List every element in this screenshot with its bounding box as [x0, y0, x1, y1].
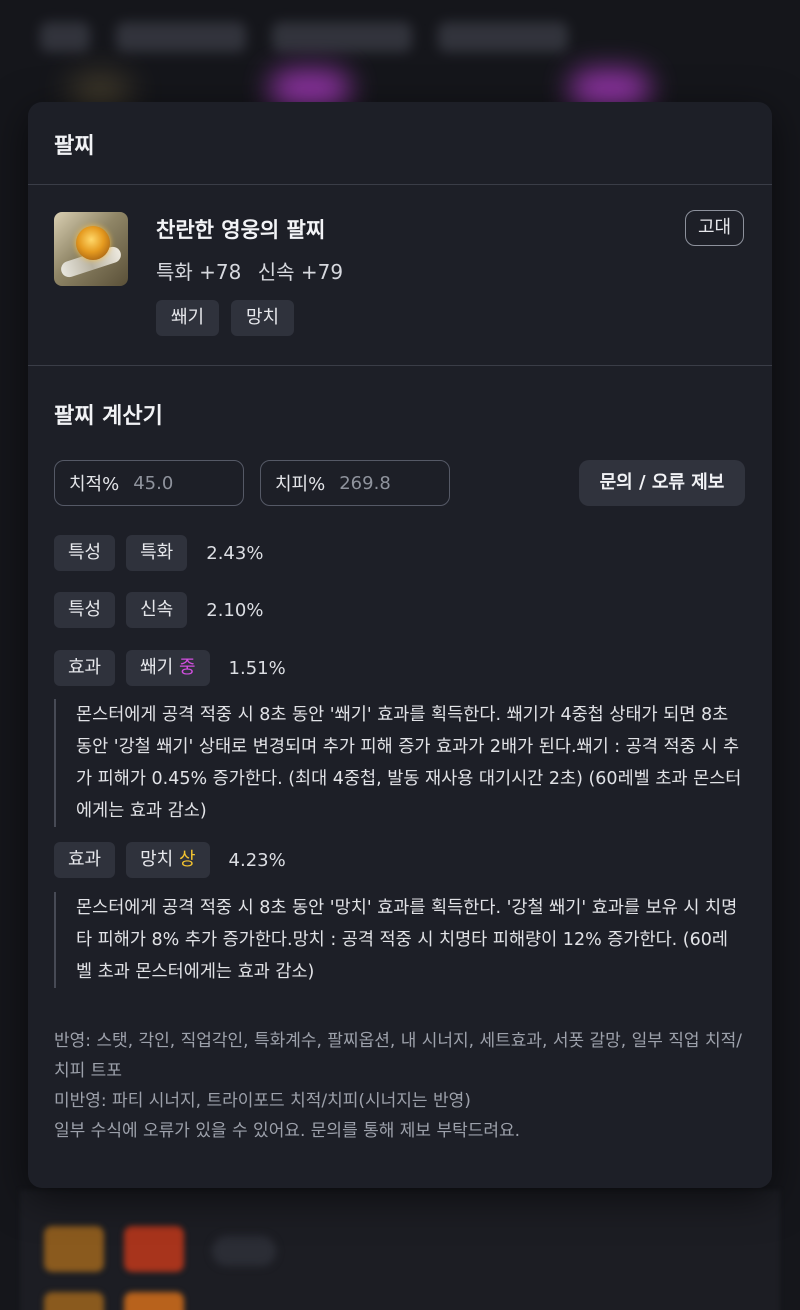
- calculator-title: 팔찌 계산기: [54, 404, 163, 429]
- effect-tag: 쐐기: [156, 300, 220, 336]
- row-value: 2.10%: [206, 599, 264, 621]
- effect-description: 몬스터에게 공격 적중 시 8초 동안 '쐐기' 효과를 획득한다. 쐐기가 4…: [54, 699, 744, 827]
- bracelet-popup: 팔찌 찬란한 영웅의 팔찌 특화 +78 신속 +79 고대 쐐기 망치 팔찌 …: [28, 102, 772, 1188]
- note-line: 반영: 스탯, 각인, 직업각인, 특화계수, 팔찌옵션, 내 시너지, 세트효…: [54, 1031, 742, 1081]
- row-value: 4.23%: [228, 849, 286, 871]
- row-value: 1.51%: [228, 657, 286, 679]
- effect-description: 몬스터에게 공격 적중 시 8초 동안 '망치' 효과를 획득한다. '강철 쐐…: [54, 892, 744, 988]
- report-error-button[interactable]: 문의 / 오류 제보: [579, 460, 745, 506]
- background-thumbnail: [44, 1292, 104, 1310]
- crit-damage-field[interactable]: 치피%: [260, 460, 450, 506]
- stat-swiftness: 신속 +79: [257, 260, 344, 284]
- row-kind-chip: 효과: [54, 842, 116, 878]
- row-kind-chip: 특성: [54, 592, 116, 628]
- grade-badge: 고대: [685, 210, 745, 246]
- effect-tag: 망치: [231, 300, 295, 336]
- row-value: 2.43%: [206, 542, 264, 564]
- result-row: 효과 망치 상 4.23%: [54, 842, 286, 878]
- effect-grade: 상: [178, 849, 196, 870]
- stat-specialization: 특화 +78: [156, 260, 242, 284]
- divider: [28, 184, 772, 185]
- divider: [28, 365, 772, 366]
- popup-title: 팔찌: [54, 134, 95, 159]
- calculator-notes: 반영: 스탯, 각인, 직업각인, 특화계수, 팔찌옵션, 내 시너지, 세트효…: [54, 1026, 744, 1146]
- row-name-chip: 쐐기 중: [126, 650, 210, 686]
- background-thumbnail: [124, 1292, 184, 1310]
- result-row: 특성 신속 2.10%: [54, 592, 263, 628]
- crit-damage-input[interactable]: [339, 472, 430, 494]
- background-pill: [212, 1236, 276, 1266]
- effect-name: 망치: [140, 849, 174, 870]
- item-name: 찬란한 영웅의 팔찌: [156, 218, 326, 242]
- effect-grade: 중: [178, 657, 196, 678]
- row-name-chip: 망치 상: [126, 842, 210, 878]
- note-line: 미반영: 파티 시너지, 트라이포드 치적/치피(시너지는 반영): [54, 1091, 471, 1111]
- row-name-chip: 특화: [126, 535, 188, 571]
- background-thumbnail: [124, 1226, 184, 1272]
- background-header-blur: [40, 22, 600, 56]
- note-line: 일부 수식에 오류가 있을 수 있어요. 문의를 통해 제보 부탁드려요.: [54, 1121, 521, 1141]
- result-row: 특성 특화 2.43%: [54, 535, 263, 571]
- result-row: 효과 쐐기 중 1.51%: [54, 650, 286, 686]
- bracelet-icon: [54, 212, 128, 286]
- effect-name: 쐐기: [140, 657, 174, 678]
- crit-rate-field[interactable]: 치적%: [54, 460, 244, 506]
- background-thumbnail: [44, 1226, 104, 1272]
- row-kind-chip: 특성: [54, 535, 116, 571]
- item-stats: 특화 +78 신속 +79: [156, 256, 353, 285]
- row-name-chip: 신속: [126, 592, 188, 628]
- crit-rate-label: 치적%: [69, 474, 120, 495]
- row-kind-chip: 효과: [54, 650, 116, 686]
- crit-damage-label: 치피%: [275, 474, 326, 495]
- crit-rate-input[interactable]: [133, 472, 224, 494]
